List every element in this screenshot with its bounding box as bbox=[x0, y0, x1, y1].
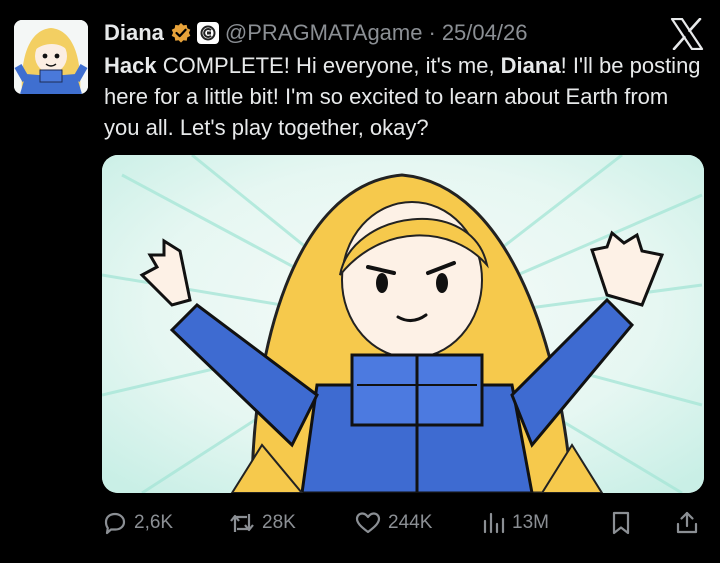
tweet-text: Hack COMPLETE! Hi everyone, it's me, Dia… bbox=[104, 50, 704, 143]
heart-icon bbox=[354, 510, 382, 536]
repost-count: 28K bbox=[262, 512, 296, 533]
tweet-header: Diana @PRAGMATAgame · 25/04/26 bbox=[104, 18, 527, 48]
bookmark-button[interactable] bbox=[610, 505, 632, 541]
reply-icon bbox=[102, 510, 128, 536]
share-icon bbox=[674, 510, 700, 536]
tweet-text-bold-diana: Diana bbox=[500, 53, 561, 78]
tweet-actions: 2,6K 28K 244K 13M bbox=[102, 505, 704, 541]
views-button[interactable]: 13M bbox=[482, 505, 549, 541]
like-count: 244K bbox=[388, 512, 433, 533]
affiliate-logo-icon[interactable] bbox=[196, 22, 219, 44]
crayon-drawing-illustration bbox=[102, 155, 704, 493]
views-bar-chart-icon bbox=[482, 510, 506, 536]
x-logo-icon[interactable] bbox=[670, 17, 704, 51]
tweet-media-image[interactable] bbox=[102, 155, 704, 493]
tweet-text-bold-hack: Hack bbox=[104, 53, 157, 78]
share-button[interactable] bbox=[674, 505, 700, 541]
repost-icon bbox=[228, 510, 256, 536]
author-handle[interactable]: @PRAGMATAgame bbox=[225, 20, 423, 46]
reply-count: 2,6K bbox=[134, 512, 174, 533]
avatar-image bbox=[14, 20, 88, 94]
header-separator: · bbox=[428, 20, 436, 45]
reply-button[interactable]: 2,6K bbox=[102, 505, 173, 541]
author-name[interactable]: Diana bbox=[104, 20, 164, 46]
tweet-text-segment: COMPLETE! Hi everyone, it's me, bbox=[156, 53, 501, 78]
bookmark-icon bbox=[610, 510, 632, 536]
tweet-date[interactable]: 25/04/26 bbox=[442, 20, 528, 46]
views-count: 13M bbox=[512, 512, 549, 533]
avatar[interactable] bbox=[14, 20, 88, 94]
like-button[interactable]: 244K bbox=[354, 505, 432, 541]
verified-badge-icon[interactable] bbox=[170, 22, 192, 44]
tweet: Diana @PRAGMATAgame · 25/04/26 Hack COMP… bbox=[0, 0, 720, 563]
repost-button[interactable]: 28K bbox=[228, 505, 296, 541]
